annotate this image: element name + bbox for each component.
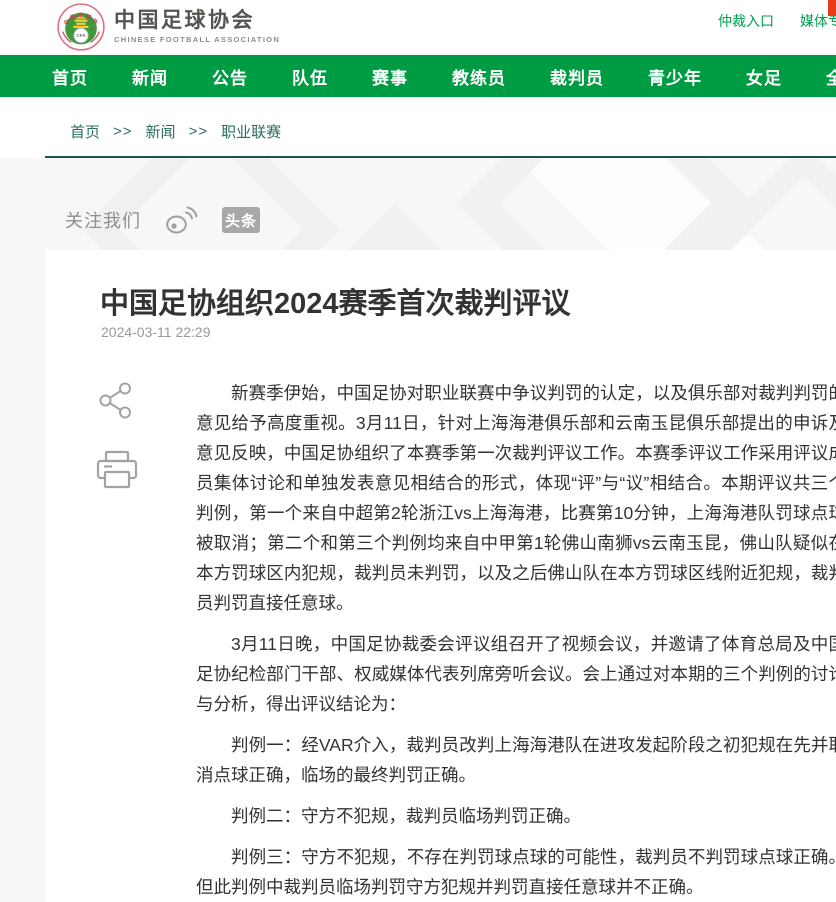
article-title: 中国足协组织2024赛季首次裁判评议 bbox=[100, 280, 571, 322]
article-paragraph: 判例一：经VAR介入，裁判员改判上海海港队在进攻发起阶段之初犯规在先并取消点球正… bbox=[196, 730, 836, 790]
arbitration-entry-link[interactable]: 仲裁入口 bbox=[718, 11, 774, 31]
nav-item-truncated[interactable]: 全 bbox=[826, 64, 836, 89]
article-date: 2024-03-11 22:29 bbox=[101, 324, 211, 340]
print-icon[interactable] bbox=[95, 450, 140, 496]
nav-item-announcements[interactable]: 公告 bbox=[212, 64, 248, 89]
article-paragraph: 新赛季伊始，中国足协对职业联赛中争议判罚的认定，以及俱乐部对裁判判罚的意见给予高… bbox=[196, 378, 836, 618]
weibo-icon[interactable] bbox=[165, 206, 198, 234]
site-header: CFA 中国足球协会 中国足球协会 CHINESE FOOTBALL ASSOC… bbox=[0, 0, 836, 55]
nav-item-home[interactable]: 首页 bbox=[52, 64, 88, 89]
breadcrumb-home[interactable]: 首页 bbox=[70, 121, 100, 142]
follow-us-label: 关注我们 bbox=[65, 207, 141, 233]
page: CFA 中国足球协会 中国足球协会 CHINESE FOOTBALL ASSOC… bbox=[0, 0, 836, 902]
corner-red-marker bbox=[828, 0, 836, 16]
nav-item-news[interactable]: 新闻 bbox=[132, 64, 168, 89]
nav-item-teams[interactable]: 队伍 bbox=[292, 64, 328, 89]
article-card: 中国足协组织2024赛季首次裁判评议 2024-03-11 22:29 新赛季伊… bbox=[45, 250, 836, 902]
article-body: 新赛季伊始，中国足协对职业联赛中争议判罚的认定，以及俱乐部对裁判判罚的意见给予高… bbox=[196, 378, 836, 902]
cfa-crest-icon: CFA 中国足球协会 bbox=[57, 3, 105, 51]
breadcrumb-divider bbox=[45, 156, 836, 158]
logo-text: 中国足球协会 CHINESE FOOTBALL ASSOCIATION bbox=[114, 10, 280, 44]
share-icon[interactable] bbox=[98, 382, 133, 424]
breadcrumb: 首页 >> 新闻 >> 职业联赛 bbox=[70, 121, 281, 142]
cfa-ball-text: CFA bbox=[76, 33, 86, 38]
article-paragraph: 判例二：守方不犯规，裁判员临场判罚正确。 bbox=[196, 801, 836, 831]
toutiao-icon[interactable]: 头条 bbox=[222, 207, 260, 233]
breadcrumb-news[interactable]: 新闻 bbox=[146, 121, 176, 142]
breadcrumb-professional-league[interactable]: 职业联赛 bbox=[221, 121, 281, 142]
breadcrumb-separator: >> bbox=[113, 123, 133, 140]
nav-item-referees[interactable]: 裁判员 bbox=[550, 64, 604, 89]
nav-item-coaches[interactable]: 教练员 bbox=[452, 64, 506, 89]
logo-title: 中国足球协会 bbox=[114, 10, 280, 32]
breadcrumb-bar: 首页 >> 新闻 >> 职业联赛 bbox=[0, 97, 836, 158]
breadcrumb-separator: >> bbox=[189, 123, 209, 140]
nav-item-womens-football[interactable]: 女足 bbox=[746, 64, 782, 89]
cfa-logo[interactable]: CFA 中国足球协会 中国足球协会 CHINESE FOOTBALL ASSOC… bbox=[57, 3, 280, 51]
logo-subtitle: CHINESE FOOTBALL ASSOCIATION bbox=[114, 35, 280, 44]
article-paragraph: 判例三：守方不犯规，不存在判罚球点球的可能性，裁判员不判罚球点球正确。但此判例中… bbox=[196, 842, 836, 902]
article-paragraph: 3月11日晚，中国足协裁委会评议组召开了视频会议，并邀请了体育总局及中国足协纪检… bbox=[196, 629, 836, 719]
nav-item-youth[interactable]: 青少年 bbox=[648, 64, 702, 89]
follow-us-row: 关注我们 头条 bbox=[65, 206, 260, 234]
nav-item-competitions[interactable]: 赛事 bbox=[372, 64, 408, 89]
main-nav: 首页 新闻 公告 队伍 赛事 教练员 裁判员 青少年 女足 全 bbox=[0, 55, 836, 97]
